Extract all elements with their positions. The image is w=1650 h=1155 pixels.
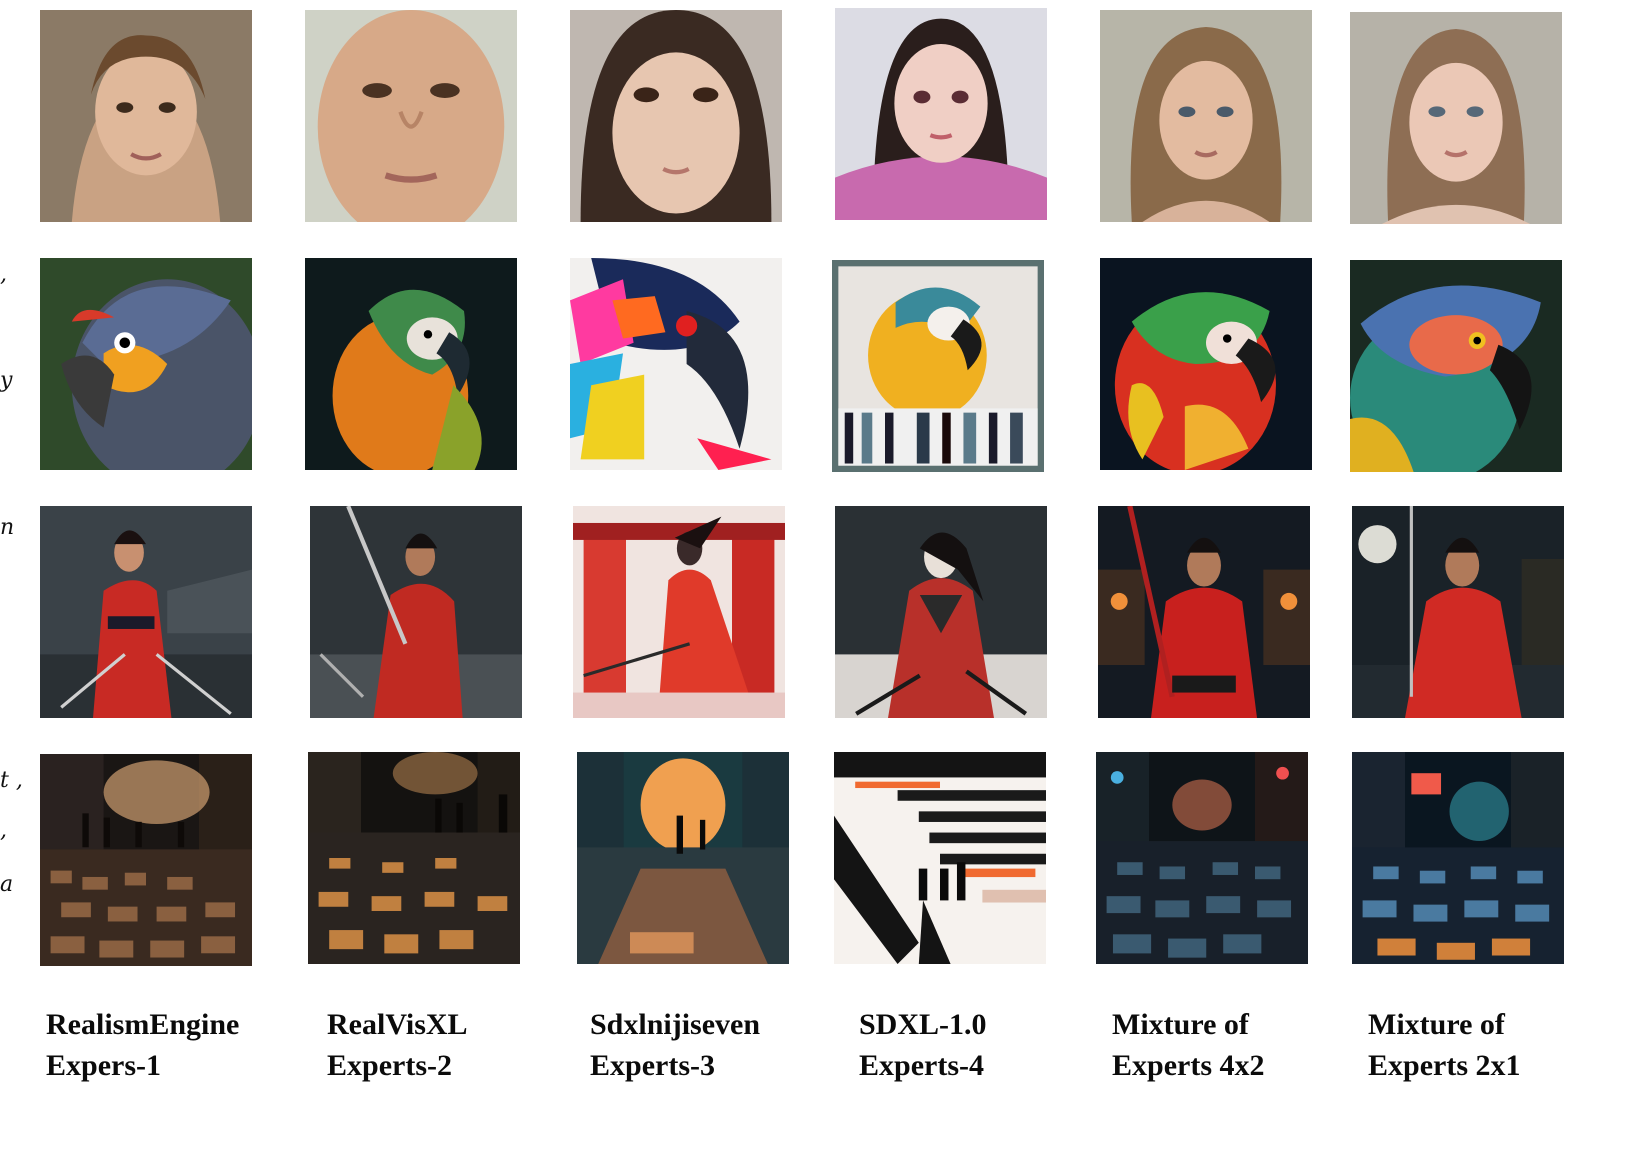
image-portrait-expert-3 <box>570 10 782 222</box>
image-portrait-moe-2x1 <box>1350 12 1562 224</box>
image-parrot-expert-3 <box>570 258 782 470</box>
image-parrot-expert-2 <box>305 258 517 470</box>
prompt-fragment: t , <box>0 768 23 793</box>
image-street-expert-3 <box>577 752 789 964</box>
image-parrot-expert-1 <box>40 258 252 470</box>
image-street-expert-1 <box>40 754 252 966</box>
image-street-moe-2x1 <box>1352 752 1564 964</box>
column-label-moe-4x2: Mixture of Experts 4x2 <box>1112 1004 1265 1086</box>
image-samurai-expert-1 <box>40 506 252 718</box>
model-name: Mixture of <box>1112 1008 1249 1041</box>
model-name: Mixture of <box>1368 1008 1505 1041</box>
image-portrait-expert-2 <box>305 10 517 222</box>
model-name: RealVisXL <box>327 1008 468 1041</box>
prompt-fragment: , <box>0 262 7 287</box>
model-name: Sdxlnijiseven <box>590 1008 761 1041</box>
prompt-fragment: , <box>0 818 7 843</box>
column-label-expert-2: RealVisXL Experts-2 <box>327 1004 468 1086</box>
image-samurai-expert-4 <box>835 506 1047 718</box>
image-parrot-moe-4x2 <box>1100 258 1312 470</box>
image-street-expert-4 <box>834 752 1046 964</box>
model-role: Experts-2 <box>327 1049 452 1082</box>
prompt-fragment: n <box>0 515 15 540</box>
image-samurai-moe-2x1 <box>1352 506 1564 718</box>
model-role: Experts 4x2 <box>1112 1049 1265 1082</box>
image-street-moe-4x2 <box>1096 752 1308 964</box>
prompt-fragment: y <box>0 368 13 393</box>
image-samurai-expert-3 <box>573 506 785 718</box>
column-label-expert-1: RealismEngine Expers-1 <box>46 1004 239 1086</box>
image-portrait-moe-4x2 <box>1100 10 1312 222</box>
model-role: Experts-4 <box>859 1049 984 1082</box>
image-parrot-expert-4 <box>832 260 1044 472</box>
image-street-expert-2 <box>308 752 520 964</box>
model-name: RealismEngine <box>46 1008 240 1041</box>
image-samurai-moe-4x2 <box>1098 506 1310 718</box>
model-role: Expers-1 <box>46 1049 161 1082</box>
model-role: Experts-3 <box>590 1049 715 1082</box>
prompt-fragment: a <box>0 872 14 897</box>
image-samurai-expert-2 <box>310 506 522 718</box>
column-label-expert-3: Sdxlnijiseven Experts-3 <box>590 1004 760 1086</box>
column-label-moe-2x1: Mixture of Experts 2x1 <box>1368 1004 1521 1086</box>
image-parrot-moe-2x1 <box>1350 260 1562 472</box>
model-name: SDXL-1.0 <box>859 1008 987 1041</box>
column-label-expert-4: SDXL-1.0 Experts-4 <box>859 1004 987 1086</box>
model-role: Experts 2x1 <box>1368 1049 1521 1082</box>
image-portrait-expert-1 <box>40 10 252 222</box>
image-portrait-expert-4 <box>835 8 1047 220</box>
